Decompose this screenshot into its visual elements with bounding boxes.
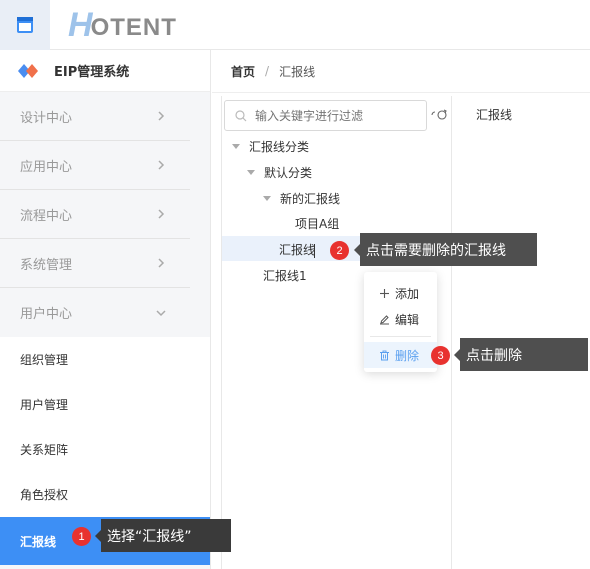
tree-node-label: 汇报线1 <box>263 268 307 283</box>
menu-item-label: 删除 <box>395 348 420 363</box>
logo-mark: H <box>68 6 93 44</box>
system-title: EIP管理系统 <box>54 65 130 80</box>
sidebar-item-role[interactable]: 角色授权 <box>0 472 210 517</box>
text-cursor <box>314 244 315 258</box>
tree-search[interactable] <box>224 100 427 131</box>
diamond-logo-icon <box>18 63 38 78</box>
app-root: H OTENT EIP管理系统 设计中心 应用中心 流程中心 系统管理 用户中心… <box>0 0 590 569</box>
sidebar: EIP管理系统 设计中心 应用中心 流程中心 系统管理 用户中心 组织管理 用户… <box>0 50 211 569</box>
search-icon <box>235 109 247 121</box>
step-badge: 1 <box>72 527 91 546</box>
sidebar-item-org[interactable]: 组织管理 <box>0 337 210 382</box>
chevron-right-icon <box>158 160 165 170</box>
step-tooltip: 点击删除 <box>454 338 588 371</box>
sidebar-group-app[interactable]: 应用中心 <box>0 141 190 190</box>
sidebar-group-label: 用户中心 <box>20 307 73 322</box>
plus-icon <box>380 288 389 298</box>
menu-item-label: 添加 <box>395 286 420 301</box>
sidebar-item-label: 用户管理 <box>20 398 69 412</box>
hotent-logo: H OTENT <box>68 8 177 42</box>
tree-node-label: 项目A组 <box>295 216 340 231</box>
breadcrumb-home[interactable]: 首页 <box>231 63 255 80</box>
menu-divider <box>370 336 431 337</box>
tree-node-project-a[interactable]: 项目A组 <box>295 210 339 236</box>
detail-title: 汇报线 <box>476 108 513 122</box>
tree-node-new[interactable]: 新的汇报线 <box>263 185 340 211</box>
step-tooltip-text: 选择“汇报线” <box>107 528 192 545</box>
caret-down-icon <box>232 143 240 149</box>
context-menu: 添加 编辑 删除 <box>364 272 437 372</box>
step-badge: 2 <box>330 241 349 260</box>
window-icon <box>17 17 33 33</box>
sidebar-item-user[interactable]: 用户管理 <box>0 382 210 427</box>
menu-item-delete[interactable]: 删除 <box>364 342 437 368</box>
step-tooltip: 点击需要删除的汇报线 <box>354 233 537 266</box>
tree-node-reportline[interactable]: 汇报线 <box>279 236 315 262</box>
trash-icon <box>380 350 389 360</box>
sidebar-group-user[interactable]: 用户中心 <box>0 288 190 337</box>
step-tooltip: 选择“汇报线” <box>95 519 231 552</box>
breadcrumb-separator: / <box>265 64 270 78</box>
menu-item-add[interactable]: 添加 <box>364 280 437 306</box>
sidebar-group-label: 流程中心 <box>20 208 73 224</box>
tree-node-label: 新的汇报线 <box>280 191 341 206</box>
breadcrumb: 首页 / 汇报线 <box>212 50 590 93</box>
sidebar-item-label: 组织管理 <box>20 353 69 367</box>
step-tooltip-text: 点击删除 <box>466 347 522 364</box>
sidebar-group-label: 设计中心 <box>20 110 73 126</box>
step-tooltip-text: 点击需要删除的汇报线 <box>366 242 506 259</box>
chevron-right-icon <box>158 258 165 268</box>
menu-item-label: 编辑 <box>395 312 420 327</box>
sidebar-group-system[interactable]: 系统管理 <box>0 239 190 288</box>
chevron-right-icon <box>158 209 165 219</box>
menu-item-edit[interactable]: 编辑 <box>364 306 437 332</box>
tree-node-label: 汇报线分类 <box>249 139 310 154</box>
chevron-down-icon <box>156 309 166 316</box>
sidebar-item-matrix[interactable]: 关系矩阵 <box>0 427 210 472</box>
tree-node-reportline1[interactable]: 汇报线1 <box>263 262 307 288</box>
logo-text: OTENT <box>90 14 177 41</box>
menu-toggle-button[interactable] <box>0 0 50 50</box>
tree-node-label: 汇报线 <box>279 242 316 257</box>
top-header: H OTENT <box>0 0 590 50</box>
tree-node-label: 默认分类 <box>264 165 313 180</box>
sidebar-item-label: 关系矩阵 <box>20 443 69 457</box>
pencil-icon <box>380 314 389 324</box>
tree-node-default[interactable]: 默认分类 <box>247 159 312 185</box>
caret-down-icon <box>247 169 255 175</box>
tree-node-root[interactable]: 汇报线分类 <box>232 133 309 159</box>
sidebar-group-label: 应用中心 <box>20 159 73 175</box>
caret-down-icon <box>263 195 271 201</box>
sidebar-group-design[interactable]: 设计中心 <box>0 92 190 141</box>
sidebar-group-flow[interactable]: 流程中心 <box>0 190 190 239</box>
system-title-row: EIP管理系统 <box>0 50 210 92</box>
chevron-right-icon <box>158 111 165 121</box>
refresh-icon[interactable] <box>430 108 448 122</box>
step-badge: 3 <box>431 346 450 365</box>
sidebar-group-label: 系统管理 <box>20 257 73 273</box>
breadcrumb-current: 汇报线 <box>279 64 316 79</box>
search-input[interactable] <box>255 108 415 123</box>
sidebar-item-label: 角色授权 <box>20 488 69 502</box>
sidebar-item-label: 汇报线 <box>20 534 57 549</box>
